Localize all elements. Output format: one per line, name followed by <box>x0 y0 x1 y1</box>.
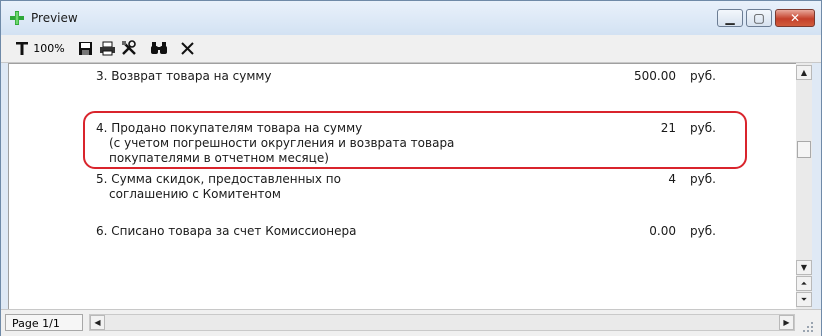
arrow-right-icon: ▶ <box>783 318 790 327</box>
page-indicator: Page 1/1 <box>5 314 83 331</box>
report-row-value: 21 <box>660 121 676 135</box>
report-row-value: 0.00 <box>649 224 676 238</box>
close-preview-button[interactable] <box>178 39 196 57</box>
print-icon <box>99 41 115 55</box>
window-title: Preview <box>31 11 78 25</box>
report-row-label: 6. Списано товара за счет Комиссионера <box>96 224 357 238</box>
report-page: 3. Возврат товара на сумму 500.00 руб. 4… <box>8 63 796 310</box>
close-window-button[interactable]: ✕ <box>775 9 815 27</box>
arrow-left-icon: ◀ <box>94 318 101 327</box>
resize-grip-icon[interactable] <box>799 318 815 334</box>
settings-button[interactable] <box>119 39 139 57</box>
maximize-icon: ▢ <box>753 11 765 25</box>
find-icon <box>151 42 167 54</box>
report-row-unit: руб. <box>690 69 716 83</box>
save-button[interactable] <box>76 39 94 57</box>
report-row-unit: руб. <box>690 121 716 135</box>
zoom-label: 100% <box>33 41 65 55</box>
find-button[interactable] <box>149 39 169 57</box>
page-down-button[interactable]: ⏷ <box>796 292 812 307</box>
scroll-right-button[interactable]: ▶ <box>779 315 794 330</box>
preview-window: Preview ▁ ▢ ✕ 100% 3. Возврат товара на … <box>0 0 822 336</box>
arrow-up-icon: ▲ <box>800 68 808 77</box>
report-row-unit: руб. <box>690 224 716 238</box>
report-row-unit: руб. <box>690 172 716 186</box>
vertical-scrollbar[interactable]: ▲ ▼ ⏶ ⏷ <box>796 63 812 309</box>
report-row-label: 5. Сумма скидок, предоставленных по <box>96 172 341 186</box>
maximize-button[interactable]: ▢ <box>746 9 772 27</box>
zoom-button[interactable]: 100% <box>11 39 69 57</box>
zoom-icon <box>16 42 29 55</box>
report-row-label-line: (с учетом погрешности округления и возвр… <box>109 136 455 150</box>
horizontal-scrollbar[interactable]: ◀ ▶ <box>89 314 795 331</box>
report-row-value: 4 <box>668 172 676 186</box>
report-row-label-line: соглашению с Комитентом <box>109 187 281 201</box>
settings-icon <box>121 40 136 55</box>
double-arrow-down-icon: ⏷ <box>800 294 808 304</box>
app-plus-icon <box>10 11 24 25</box>
minimize-icon: ▁ <box>725 11 735 25</box>
report-row-label: 3. Возврат товара на сумму <box>96 69 272 83</box>
save-icon <box>78 41 92 55</box>
report-row-label: 4. Продано покупателям товара на сумму <box>96 121 363 135</box>
print-button[interactable] <box>97 39 117 57</box>
scroll-left-button[interactable]: ◀ <box>90 315 105 330</box>
close-preview-icon <box>180 41 194 55</box>
scroll-down-button[interactable]: ▼ <box>796 260 812 275</box>
report-row-label-line: покупателями в отчетном месяце) <box>109 151 329 165</box>
close-icon: ✕ <box>789 11 801 25</box>
arrow-down-icon: ▼ <box>800 263 808 272</box>
report-row-value: 500.00 <box>634 69 676 83</box>
minimize-button[interactable]: ▁ <box>717 9 743 27</box>
status-bar: Page 1/1 ◀ ▶ <box>1 309 821 336</box>
scroll-up-button[interactable]: ▲ <box>796 65 812 80</box>
scroll-thumb[interactable] <box>797 141 811 158</box>
double-arrow-up-icon: ⏶ <box>800 278 808 288</box>
title-bar[interactable]: Preview ▁ ▢ ✕ <box>1 1 821 35</box>
toolbar: 100% <box>1 35 821 63</box>
page-up-button[interactable]: ⏶ <box>796 276 812 291</box>
